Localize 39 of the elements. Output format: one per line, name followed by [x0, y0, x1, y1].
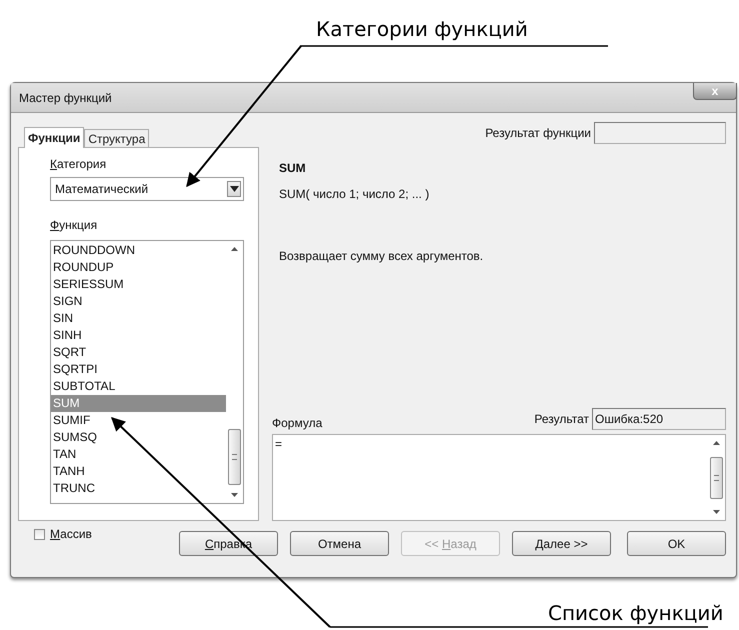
checkbox-label[interactable]: Массив: [50, 527, 92, 541]
formula-field[interactable]: =: [272, 434, 726, 521]
callout-label: Категории функций: [316, 17, 528, 41]
dialog-button[interactable]: OK: [627, 531, 726, 556]
list-item[interactable]: SIN: [51, 310, 226, 327]
list-item[interactable]: SUMIF: [51, 412, 226, 429]
scroll-up-icon[interactable]: [231, 247, 238, 251]
callout-label: Список функций: [548, 601, 724, 625]
tab[interactable]: Структура: [84, 129, 150, 147]
dialog-button[interactable]: Отмена: [290, 531, 389, 556]
field-label: Результат: [534, 412, 589, 426]
dialog-button[interactable]: Далее >>: [512, 531, 611, 556]
list-item[interactable]: SQRTPI: [51, 361, 226, 378]
list-item[interactable]: ROUNDDOWN: [51, 242, 226, 259]
list-item[interactable]: SUMSQ: [51, 429, 226, 446]
result-field: Ошибка:520: [592, 408, 726, 430]
list-item[interactable]: SERIESSUM: [51, 276, 226, 293]
scroll-down-icon[interactable]: [713, 510, 720, 514]
scroll-up-icon[interactable]: [713, 441, 720, 445]
tab[interactable]: Функции: [24, 127, 84, 148]
function-name: SUM: [279, 161, 307, 175]
checkbox[interactable]: [34, 528, 45, 540]
list-item[interactable]: SINH: [51, 327, 226, 344]
scroll-down-icon[interactable]: [231, 493, 238, 497]
list-item[interactable]: TAN: [51, 446, 226, 463]
list-item[interactable]: SUBTOTAL: [51, 378, 226, 395]
field-label: Категория: [50, 156, 108, 172]
category-dropdown[interactable]: Математический: [50, 177, 244, 201]
list-item[interactable]: TANH: [51, 463, 226, 480]
list-item[interactable]: SIGN: [51, 293, 226, 310]
list-item[interactable]: SQRT: [51, 344, 226, 361]
function-syntax: SUM( число 1; число 2; ... ): [279, 187, 430, 201]
list-item[interactable]: TRUNC: [51, 480, 226, 497]
window-title: Мастер функций: [19, 90, 112, 104]
field-label: Функция: [50, 217, 98, 233]
list-item[interactable]: ROUNDUP: [51, 259, 226, 276]
function-description: Возвращает сумму всех аргументов.: [279, 249, 484, 263]
field-label: Результат функции: [485, 126, 591, 140]
field-label: Формула: [272, 416, 322, 430]
